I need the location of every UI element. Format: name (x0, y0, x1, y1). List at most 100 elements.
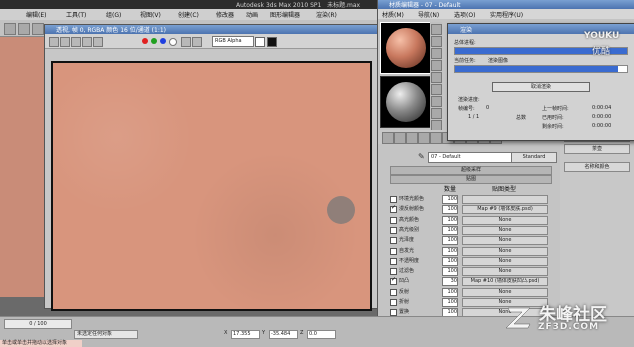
menu-graph-editors[interactable]: 图形编辑器 (270, 10, 300, 19)
map-enable-checkbox[interactable] (390, 299, 397, 306)
map-slot-button[interactable]: None (462, 287, 548, 297)
clone-frame-icon[interactable] (71, 37, 81, 47)
green-channel-toggle[interactable] (151, 38, 157, 44)
redo-icon[interactable] (18, 23, 30, 35)
map-row: 凹凸 30 Map #10 (墙体皮肤凹凸.psd) (390, 276, 550, 287)
x-coordinate-field[interactable]: 17.355 (231, 330, 260, 339)
channel-select[interactable]: RGB Alpha (212, 36, 254, 47)
material-name-field[interactable]: 07 - Default (428, 152, 512, 163)
menu-modifiers[interactable]: 修改器 (216, 10, 234, 19)
map-amount-spinner[interactable]: 100 (442, 287, 458, 297)
make-preview-icon[interactable] (431, 84, 442, 95)
menu-rendering[interactable]: 渲染(R) (316, 10, 337, 19)
map-slot-button[interactable] (462, 195, 548, 204)
menu-utilities[interactable]: 实用程序(U) (490, 10, 523, 19)
red-channel-toggle[interactable] (142, 38, 148, 44)
blue-channel-toggle[interactable] (160, 38, 166, 44)
menu-animation[interactable]: 动画 (246, 10, 258, 19)
monochrome-icon[interactable] (181, 37, 191, 47)
menu-tools[interactable]: 工具(T) (66, 10, 86, 19)
map-slot-button[interactable]: Map #9 (墙体皮肤.psd) (462, 205, 548, 215)
map-amount-spinner[interactable]: 100 (442, 236, 458, 246)
render-progress-title: 渲染 (460, 27, 473, 34)
map-enable-checkbox[interactable] (390, 216, 397, 224)
save-image-icon[interactable] (49, 37, 59, 47)
assign-to-selection-icon[interactable] (406, 132, 418, 144)
get-material-icon[interactable] (382, 132, 394, 144)
undo-icon[interactable] (4, 23, 16, 35)
copy-image-icon[interactable] (60, 37, 70, 47)
background-swatch-white[interactable] (255, 37, 265, 47)
map-enable-checkbox[interactable] (390, 288, 397, 296)
menu-edit[interactable]: 编辑(E) (26, 10, 46, 19)
map-enable-checkbox[interactable] (390, 268, 397, 276)
z-coordinate-field[interactable]: 0.0 (307, 330, 336, 339)
select-by-material-icon[interactable] (431, 108, 442, 119)
map-slot-button[interactable]: None (462, 256, 548, 266)
eyedropper-icon[interactable]: ✎ (418, 152, 425, 161)
map-slot-button[interactable]: None (462, 267, 548, 277)
current-task-label: 当前任务: (454, 58, 476, 64)
menu-options[interactable]: 选项(O) (454, 10, 475, 19)
material-type-button[interactable]: Standard (511, 152, 557, 163)
sample-type-icon[interactable] (431, 24, 442, 35)
map-enable-checkbox[interactable] (390, 276, 397, 286)
map-channel-label: 过滤色 (399, 268, 415, 275)
map-slot-button[interactable]: None (462, 225, 548, 235)
sample-slot-active[interactable] (380, 22, 432, 74)
elapsed-time-label: 已用时间: (542, 115, 564, 121)
clear-icon[interactable] (93, 37, 103, 47)
viewport-perspective[interactable] (0, 37, 48, 297)
y-coordinate-field[interactable]: -35.484 (269, 330, 298, 339)
map-enable-checkbox[interactable] (390, 204, 397, 214)
map-enable-checkbox[interactable] (390, 257, 397, 265)
alpha-channel-toggle[interactable] (169, 38, 177, 46)
link-icon[interactable] (32, 23, 44, 35)
map-amount-spinner[interactable]: 100 (442, 205, 458, 215)
menu-group[interactable]: 组(G) (106, 10, 121, 19)
teapot-button[interactable]: 茶壶 (564, 144, 630, 154)
name-and-color-rollout[interactable]: 名称和颜色 (564, 162, 630, 172)
cancel-render-button[interactable]: 取消渲染 (492, 82, 590, 92)
map-amount-spinner[interactable]: 30 (442, 277, 458, 287)
put-to-scene-icon[interactable] (394, 132, 406, 144)
map-slot-button[interactable]: None (462, 246, 548, 256)
rollout-maps[interactable]: 贴图 (390, 175, 552, 184)
uv-tiling-icon[interactable] (431, 60, 442, 71)
amount-column-header: 数量 (444, 186, 457, 193)
map-amount-spinner[interactable]: 100 (442, 298, 458, 307)
time-slider[interactable]: 0 / 100 (4, 319, 72, 329)
zf3d-watermark-url: ZF3D.COM (538, 322, 600, 332)
app-title: Autodesk 3ds Max 2010 SP1 未标题.max (236, 2, 361, 9)
sample-slot-side-tools (430, 22, 442, 134)
map-slot-button[interactable]: None (462, 215, 548, 225)
map-amount-spinner[interactable]: 100 (442, 256, 458, 266)
reset-map-icon[interactable] (418, 132, 430, 144)
menu-material[interactable]: 材质(M) (382, 10, 404, 19)
rollout-supersampling[interactable]: 超级采样 (390, 166, 552, 175)
map-enable-checkbox[interactable] (390, 196, 397, 203)
map-enable-checkbox[interactable] (390, 247, 397, 255)
map-slot-button[interactable]: None (462, 236, 548, 246)
make-unique-icon[interactable] (430, 132, 442, 144)
menu-view[interactable]: 视图(V) (140, 10, 161, 19)
map-enable-checkbox[interactable] (390, 226, 397, 234)
map-enable-checkbox[interactable] (390, 237, 397, 245)
map-slot-button[interactable]: Map #10 (墙体皮肤凹凸.psd) (462, 277, 548, 287)
map-amount-spinner[interactable]: 100 (442, 267, 458, 277)
background-icon[interactable] (431, 48, 442, 59)
menu-navigation[interactable]: 导航(N) (418, 10, 439, 19)
video-color-check-icon[interactable] (431, 72, 442, 83)
backlight-icon[interactable] (431, 36, 442, 47)
map-amount-spinner[interactable]: 100 (442, 246, 458, 256)
total-label: 总数 (516, 115, 527, 121)
options-icon[interactable] (431, 96, 442, 107)
map-amount-spinner[interactable]: 100 (442, 215, 458, 225)
map-amount-spinner[interactable]: 100 (442, 225, 458, 235)
background-swatch-black[interactable] (267, 37, 277, 47)
menu-create[interactable]: 创建(C) (178, 10, 199, 19)
print-icon[interactable] (82, 37, 92, 47)
clear-channels-icon[interactable] (192, 37, 202, 47)
map-amount-spinner[interactable]: 100 (442, 195, 458, 204)
sample-slot[interactable] (380, 76, 432, 128)
